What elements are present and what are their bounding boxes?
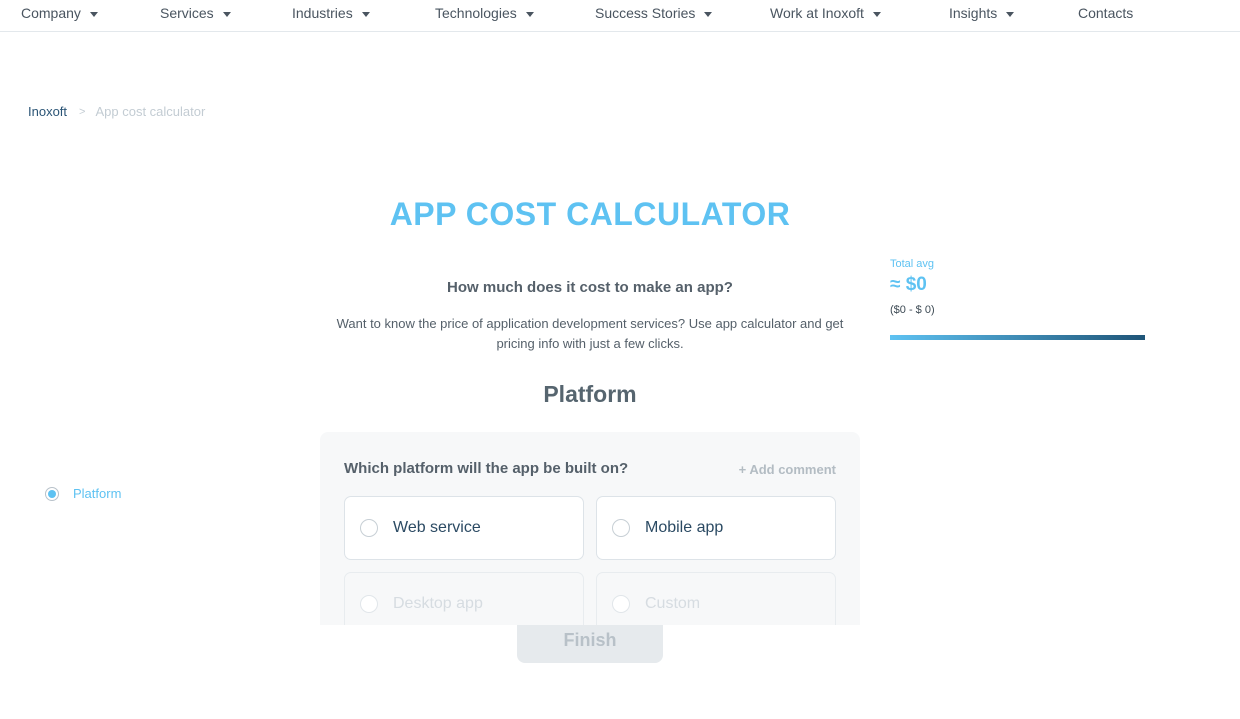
nav-item-company[interactable]: Company	[21, 5, 98, 21]
step-label: Platform	[73, 486, 122, 501]
nav-item-label: Success Stories	[595, 5, 696, 21]
radio-dot	[48, 489, 56, 498]
option-desktop-app[interactable]: Desktop app	[344, 572, 584, 625]
nav-item-label: Technologies	[435, 5, 517, 21]
chevron-right-icon: >	[79, 105, 86, 118]
option-label: Desktop app	[393, 595, 483, 612]
finish-button[interactable]: Finish	[517, 620, 663, 663]
add-comment-link[interactable]: + Add comment	[739, 462, 836, 477]
nav-item-label: Contacts	[1078, 5, 1134, 21]
total-value: ≈ $0	[890, 274, 927, 295]
radio-empty-icon	[360, 519, 378, 537]
caret-down-icon	[222, 11, 231, 17]
question-card: Which platform will the app be built on?…	[320, 432, 860, 625]
page-subtitle: How much does it cost to make an app?	[447, 279, 733, 296]
breadcrumb: Inoxoft > App cost calculator	[28, 104, 205, 119]
caret-down-icon	[89, 11, 98, 17]
nav-item-success-stories[interactable]: Success Stories	[595, 5, 713, 21]
page-description: Want to know the price of application de…	[336, 316, 844, 351]
caret-down-icon	[872, 11, 881, 17]
option-label: Mobile app	[645, 519, 724, 536]
caret-down-icon	[704, 11, 713, 17]
breadcrumb-home-link[interactable]: Inoxoft	[28, 104, 67, 119]
nav-item-label: Industries	[292, 5, 353, 21]
radio-empty-icon	[612, 595, 630, 613]
nav-item-label: Insights	[949, 5, 998, 21]
nav-item-services[interactable]: Services	[160, 5, 231, 21]
top-navigation: Company Services Industries Technologies…	[0, 0, 1240, 32]
radio-empty-icon	[612, 519, 630, 537]
option-custom[interactable]: Custom	[596, 572, 836, 625]
option-web-service[interactable]: Web service	[344, 496, 584, 560]
total-gradient-bar	[890, 335, 1145, 340]
total-label: Total avg	[890, 258, 935, 270]
section-title: Platform	[543, 381, 637, 407]
nav-item-label: Services	[160, 5, 214, 21]
caret-down-icon	[525, 11, 534, 17]
page-title: APP COST CALCULATOR	[389, 196, 791, 232]
option-label: Web service	[393, 519, 481, 536]
option-mobile-app[interactable]: Mobile app	[596, 496, 836, 560]
option-label: Custom	[645, 595, 701, 612]
nav-item-technologies[interactable]: Technologies	[435, 5, 534, 21]
total-estimate-panel: Total avg ≈ $0 ($0 - $ 0)	[890, 258, 1145, 340]
nav-item-work-at-inoxoft[interactable]: Work at Inoxoft	[770, 5, 881, 21]
radio-checked-icon	[45, 486, 59, 501]
question-text: Which platform will the app be built on?	[344, 460, 629, 477]
caret-down-icon	[361, 11, 370, 17]
nav-item-label: Work at Inoxoft	[770, 5, 864, 21]
radio-empty-icon	[360, 595, 378, 613]
caret-down-icon	[1006, 11, 1015, 17]
nav-item-insights[interactable]: Insights	[949, 5, 1015, 21]
nav-item-label: Company	[21, 5, 81, 21]
nav-item-contacts[interactable]: Contacts	[1078, 5, 1133, 21]
step-nav-platform[interactable]: Platform	[45, 486, 121, 501]
breadcrumb-current: App cost calculator	[95, 104, 206, 119]
total-range: ($0 - $ 0)	[890, 304, 935, 316]
nav-item-industries[interactable]: Industries	[292, 5, 370, 21]
